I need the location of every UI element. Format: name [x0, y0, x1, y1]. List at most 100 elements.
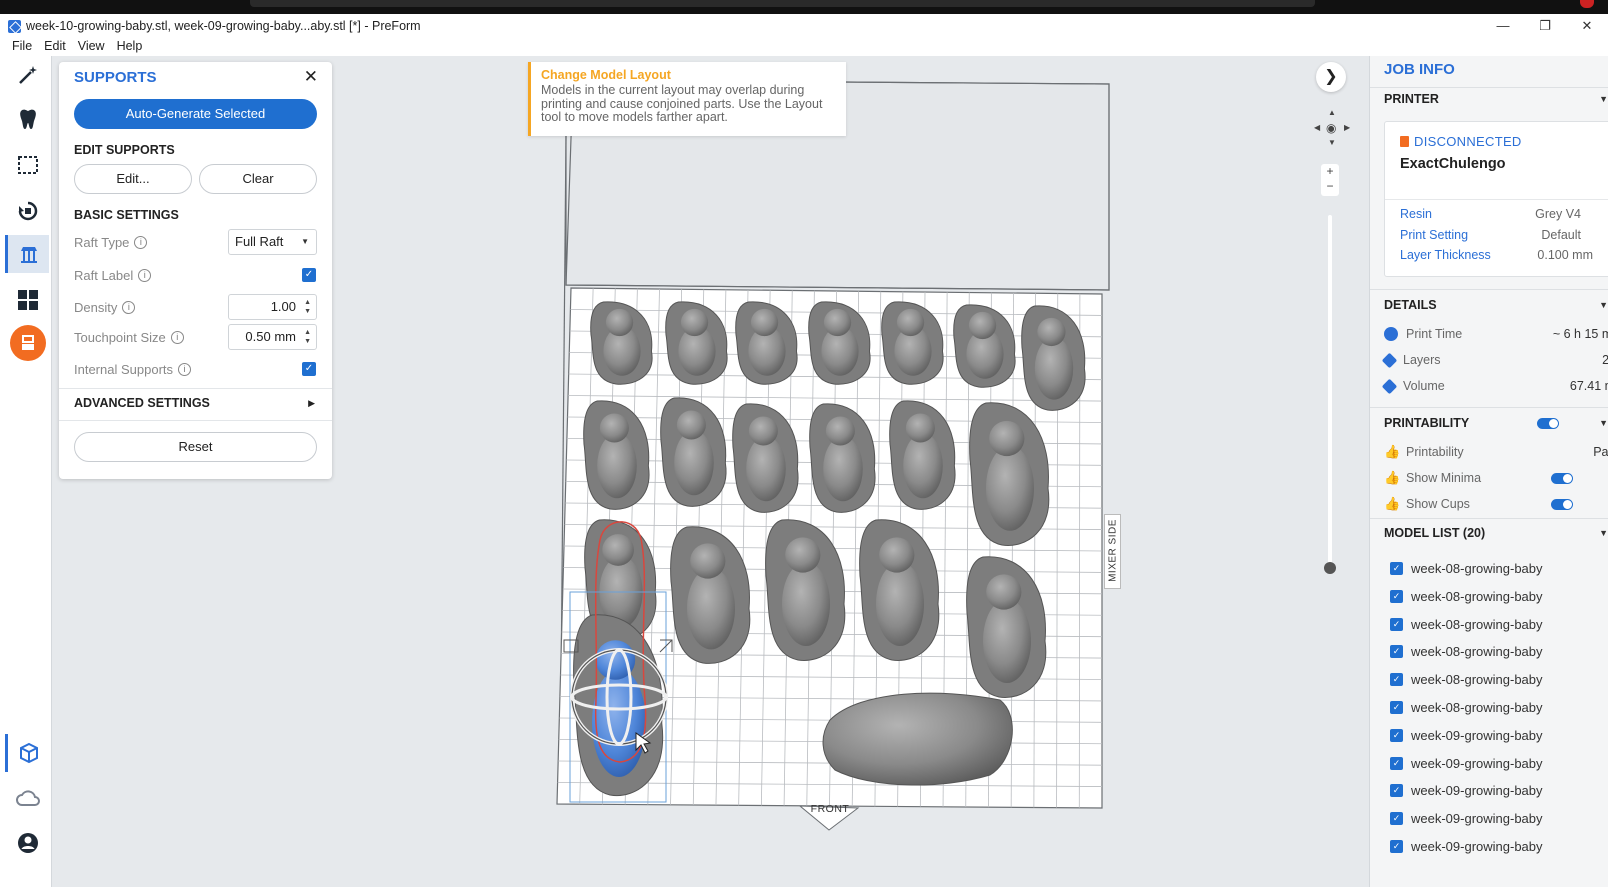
model-name: week-09-growing-baby — [1411, 755, 1543, 771]
model-checkbox[interactable]: ✓ — [1390, 784, 1403, 798]
clear-button[interactable]: Clear — [199, 164, 317, 194]
divider — [1370, 289, 1608, 290]
model-checkbox[interactable]: ✓ — [1390, 617, 1403, 631]
menu-help[interactable]: Help — [111, 38, 149, 56]
auto-generate-button[interactable]: Auto-Generate Selected — [74, 99, 317, 129]
menu-file[interactable]: File — [0, 38, 38, 56]
chevron-down-icon[interactable]: ▼ — [1599, 528, 1608, 538]
edit-button[interactable]: Edit... — [74, 164, 192, 194]
close-icon[interactable]: ✕ — [304, 67, 318, 87]
info-icon[interactable]: i — [134, 236, 148, 249]
raft-label-row: Raft Label i — [74, 268, 152, 283]
printability-section-heading[interactable]: PRINTABILITY — [1384, 416, 1469, 430]
details-section-heading[interactable]: DETAILS — [1384, 298, 1437, 312]
caret-right-icon[interactable]: ▶ — [308, 398, 315, 409]
notice-body: Models in the current layout may overlap… — [541, 83, 823, 124]
pan-control[interactable]: ▲ ◀ ◉ ▶ ▼ — [1312, 108, 1352, 148]
model-checkbox[interactable]: ✓ — [1390, 589, 1403, 603]
model-list-item[interactable]: ✓ week-08-growing-baby — [1390, 617, 1543, 632]
model-large[interactable] — [822, 692, 1013, 786]
model-list-item[interactable]: ✓ week-09-growing-baby — [1390, 839, 1543, 854]
minimize-button[interactable]: — — [1482, 14, 1524, 38]
stepper-icon[interactable]: ▲ ▼ — [304, 298, 311, 316]
info-icon[interactable]: i — [138, 269, 152, 282]
info-icon[interactable]: i — [122, 301, 136, 314]
model-checkbox[interactable]: ✓ — [1390, 728, 1403, 742]
zoom-in-button[interactable]: + — [1321, 164, 1339, 179]
touchpoint-input[interactable]: 0.50 mm ▲ ▼ — [228, 324, 317, 350]
preform-app-icon — [8, 19, 21, 33]
account-icon[interactable] — [8, 824, 48, 862]
chevron-down-icon[interactable]: ▼ — [1599, 300, 1608, 310]
layer-thickness-row[interactable]: Layer Thickness 0.100 mm — [1400, 248, 1608, 262]
advanced-settings-toggle[interactable]: ADVANCED SETTINGS — [74, 396, 210, 410]
reset-button[interactable]: Reset — [74, 432, 317, 462]
show-cups-toggle[interactable] — [1551, 499, 1573, 510]
collapse-panel-button[interactable]: ❯ — [1316, 62, 1346, 92]
model-checkbox[interactable]: ✓ — [1390, 756, 1403, 770]
stepper-icon[interactable]: ▲ ▼ — [304, 328, 311, 346]
density-input[interactable]: 1.00 ▲ ▼ — [228, 294, 317, 320]
chevron-right-icon: ❯ — [1324, 68, 1338, 85]
eye-icon[interactable]: ◉ — [1326, 121, 1336, 135]
job-info-icon[interactable] — [5, 734, 49, 772]
show-minima-row: 👍 Show Minima — [1384, 470, 1482, 485]
maximize-button[interactable]: ❐ — [1524, 14, 1566, 38]
menu-edit[interactable]: Edit — [38, 38, 72, 56]
pan-left-icon[interactable]: ◀ — [1314, 123, 1320, 132]
show-minima-toggle[interactable] — [1551, 473, 1573, 484]
raft-type-select[interactable]: Full Raft ▼ — [228, 229, 317, 255]
info-icon[interactable]: i — [170, 331, 184, 344]
print-setting-row[interactable]: Print Setting Default — [1400, 228, 1608, 242]
select-box-icon[interactable] — [8, 146, 48, 184]
printer-status: DISCONNECTED — [1400, 134, 1522, 149]
tooth-icon[interactable] — [8, 100, 48, 138]
zoom-out-button[interactable]: − — [1321, 179, 1339, 194]
divider — [1370, 518, 1608, 519]
model-checkbox[interactable]: ✓ — [1390, 840, 1403, 853]
raft-label-checkbox[interactable]: ✓ — [302, 268, 316, 282]
chevron-down-icon[interactable]: ▼ — [1599, 418, 1608, 428]
internal-supports-checkbox[interactable]: ✓ — [302, 362, 316, 376]
close-window-button[interactable]: ✕ — [1566, 14, 1608, 38]
model-list-heading[interactable]: MODEL LIST (20) — [1384, 526, 1485, 540]
layers-row: Layers288 — [1381, 352, 1608, 368]
chevron-down-icon[interactable]: ▼ — [1599, 94, 1608, 104]
info-icon[interactable]: i — [178, 363, 192, 376]
model-list-item[interactable]: ✓ week-09-growing-baby — [1390, 811, 1543, 826]
model-checkbox[interactable]: ✓ — [1390, 645, 1403, 659]
resin-row[interactable]: Resin Grey V4 — [1400, 207, 1608, 221]
model-list-item[interactable]: ✓ week-08-growing-baby — [1390, 644, 1543, 659]
cloud-icon[interactable] — [8, 780, 48, 818]
menu-view[interactable]: View — [72, 38, 111, 56]
pan-right-icon[interactable]: ▶ — [1344, 123, 1350, 132]
model-list-item[interactable]: ✓ week-09-growing-baby — [1390, 756, 1543, 771]
orient-icon[interactable] — [8, 192, 48, 230]
model-checkbox[interactable]: ✓ — [1390, 812, 1403, 826]
printer-card[interactable]: DISCONNECTED ExactChulengo Resin Grey V4 … — [1384, 121, 1608, 277]
pan-down-icon[interactable]: ▼ — [1328, 138, 1336, 147]
pan-up-icon[interactable]: ▲ — [1328, 108, 1336, 117]
model-list-item[interactable]: ✓ week-08-growing-baby — [1390, 672, 1543, 687]
layer-slider-handle[interactable] — [1324, 562, 1336, 574]
layer-slider-track[interactable] — [1328, 215, 1332, 570]
divider — [1385, 199, 1608, 200]
model-list-item[interactable]: ✓ week-09-growing-baby — [1390, 728, 1543, 743]
model-list-item[interactable]: ✓ week-08-growing-baby — [1390, 700, 1543, 715]
model-checkbox[interactable]: ✓ — [1390, 673, 1403, 687]
printer-icon[interactable] — [8, 324, 48, 362]
show-cups-row: 👍 Show Cups — [1384, 496, 1470, 511]
model-list-item[interactable]: ✓ week-08-growing-baby — [1390, 561, 1543, 576]
supports-icon[interactable] — [5, 235, 49, 273]
magic-wand-icon[interactable] — [8, 56, 48, 94]
printability-toggle[interactable] — [1537, 418, 1559, 429]
model-list-item[interactable]: ✓ week-09-growing-baby — [1390, 783, 1543, 798]
dropdown-caret-icon: ▼ — [301, 237, 309, 246]
model-checkbox[interactable]: ✓ — [1390, 562, 1403, 575]
model-checkbox[interactable]: ✓ — [1390, 701, 1403, 714]
model-name: week-08-growing-baby — [1411, 561, 1543, 576]
left-toolbar — [0, 56, 52, 887]
printer-section-heading[interactable]: PRINTER — [1384, 92, 1439, 106]
layout-icon[interactable] — [8, 281, 48, 319]
model-list-item[interactable]: ✓ week-08-growing-baby — [1390, 589, 1543, 604]
